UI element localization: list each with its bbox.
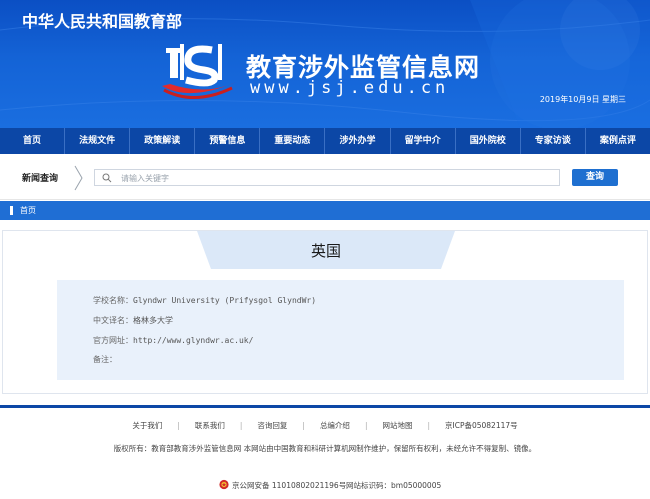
website-value[interactable]: http://www.glyndwr.ac.uk/ [133,336,253,345]
footer-link-sitemap[interactable]: 网站地图 [367,421,427,430]
ministry-name: 中华人民共和国教育部 [22,12,183,31]
school-info-panel: 学校名称：Glyndwr University (Prifysgol Glynd… [57,280,624,380]
current-date: 2019年10月9日 星期三 [539,95,626,104]
main-nav: 首页 法规文件 政策解读 预警信息 重要动态 涉外办学 留学中介 国外院校 专家… [0,128,650,154]
nav-item-agencies[interactable]: 留学中介 [391,128,456,154]
search-label: 新闻查询 [22,174,59,184]
header-banner: 中华人民共和国教育部 教育涉外监管信息网 www.jsj.edu.cn 2019… [0,0,650,128]
nav-item-overseas-institutions[interactable]: 国外院校 [456,128,521,154]
footer-divider [0,405,650,408]
page: 中华人民共和国教育部 教育涉外监管信息网 www.jsj.edu.cn 2019… [0,0,650,499]
school-name-row: 学校名称：Glyndwr University (Prifysgol Glynd… [93,295,316,306]
country-title: 英国 [310,242,341,260]
chinese-name-label: 中文译名： [93,316,133,325]
nav-item-foreign-schools[interactable]: 涉外办学 [325,128,391,154]
school-name-label: 学校名称： [93,296,133,305]
footer-link-about[interactable]: 关于我们 [117,421,177,430]
footer-link-icp[interactable]: 京ICP备05082117号 [430,421,533,430]
site-url: www.jsj.edu.cn [250,78,450,98]
nav-item-interviews[interactable]: 专家访谈 [521,128,586,154]
search-icon [102,173,112,183]
chevron-divider-icon [74,165,83,191]
school-name-value: Glyndwr University (Prifysgol GlyndWr) [133,296,317,305]
nav-item-regulations[interactable]: 法规文件 [65,128,131,154]
jsj-logo-icon [162,44,236,100]
remarks-row: 备注： [93,354,117,365]
breadcrumb: 首页 [0,201,650,220]
footer-bottom: 京公网安备 11010802021196号 网站标识码：bm05000005 [0,479,650,491]
nav-item-cases[interactable]: 案例点评 [586,128,650,154]
footer-links: 关于我们 | 联系我们 | 咨询回复 | 总编介绍 | 网站地图 | 京ICP备05082117号 [0,420,650,432]
remarks-label: 备注： [93,355,117,364]
police-badge-icon [219,479,229,490]
breadcrumb-home-link[interactable]: 首页 [20,205,36,216]
chinese-name-row: 中文译名：格林多大学 [93,315,173,326]
nav-item-warnings[interactable]: 预警信息 [195,128,261,154]
footer-link-editor[interactable]: 总编介绍 [305,421,365,430]
chinese-name-value: 格林多大学 [133,316,173,325]
nav-item-home[interactable]: 首页 [0,128,66,154]
search-input[interactable] [121,171,551,185]
police-record[interactable]: 京公网安备 11010802021196号 [232,480,346,491]
website-label: 官方网址： [93,336,133,345]
search-input-wrapper [94,169,560,186]
site-identifier: 网站标识码：bm05000005 [346,481,442,490]
footer-link-consult[interactable]: 咨询回复 [242,421,302,430]
search-bar: 新闻查询 查询 [0,154,650,200]
nav-item-news[interactable]: 重要动态 [260,128,326,154]
footer-link-contact[interactable]: 联系我们 [180,421,240,430]
search-button[interactable]: 查询 [572,169,618,186]
website-row: 官方网址：http://www.glyndwr.ac.uk/ [93,335,253,346]
nav-item-policy[interactable]: 政策解读 [130,128,196,154]
breadcrumb-marker [10,206,13,215]
footer-copyright: 版权所有：教育部教育涉外监管信息网 本网站由中国教育和科研计算机网制作维护，保留… [113,444,537,453]
